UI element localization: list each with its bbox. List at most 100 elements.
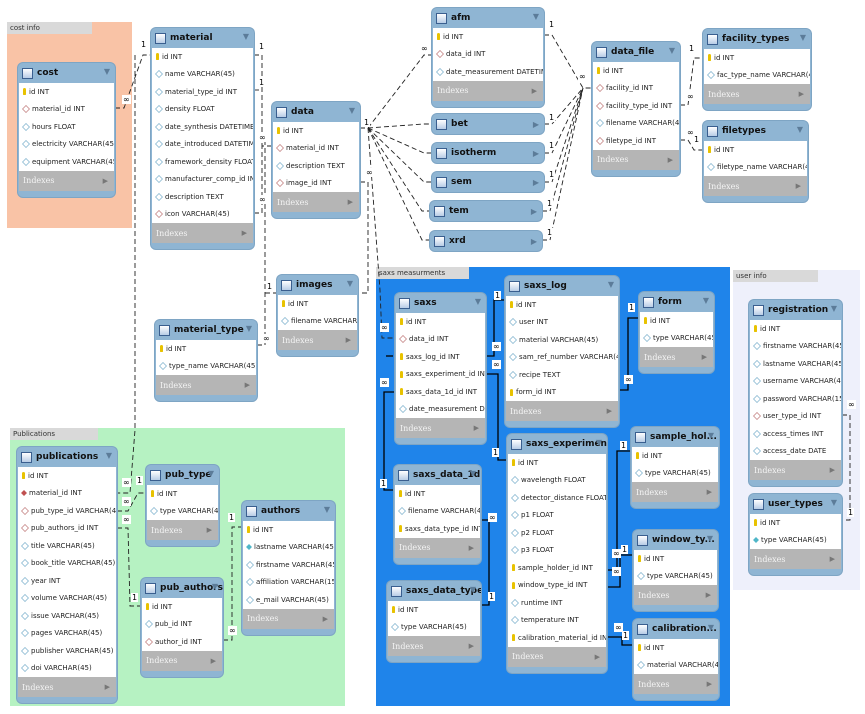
column-row[interactable]: recipe TEXT: [506, 366, 618, 384]
indexes-section[interactable]: Indexes ▶: [152, 223, 253, 243]
table-filetypes[interactable]: filetypes ▼ id INT filetype_name VARCHAR(45…: [703, 121, 808, 202]
column-row[interactable]: material VARCHAR(45): [506, 331, 618, 349]
collapse-arrow-icon[interactable]: ▼: [347, 279, 353, 288]
table-header[interactable]: xrd ▶: [430, 231, 542, 251]
relationship-line[interactable]: [607, 636, 633, 646]
table-header[interactable]: filetypes ▼: [703, 121, 808, 141]
column-row[interactable]: id INT: [704, 49, 810, 67]
column-row[interactable]: publisher VARCHAR(45): [18, 642, 116, 660]
relationship-line[interactable]: [842, 414, 851, 521]
column-row[interactable]: id INT: [19, 83, 114, 101]
column-row[interactable]: date_synthesis DATETIME: [152, 118, 253, 136]
indexes-section[interactable]: Indexes ▶: [634, 585, 717, 605]
indexes-section[interactable]: Indexes ▶: [750, 549, 841, 569]
expand-indexes-icon[interactable]: ▶: [702, 353, 707, 361]
table-header[interactable]: registration ▼: [749, 300, 842, 320]
column-row[interactable]: id INT: [273, 122, 359, 140]
column-row[interactable]: electricity VARCHAR(45): [19, 136, 114, 154]
column-row[interactable]: pub_authors_id INT: [18, 520, 116, 538]
column-row[interactable]: doi VARCHAR(45): [18, 660, 116, 678]
column-row[interactable]: description TEXT: [273, 157, 359, 175]
table-facility-types[interactable]: facility_types ▼ id INT fac_type_name VARCH…: [703, 29, 811, 110]
expand-indexes-icon[interactable]: ▶: [830, 466, 835, 474]
expand-indexes-icon[interactable]: ▶: [707, 680, 712, 688]
collapse-arrow-icon[interactable]: ▼: [596, 438, 602, 447]
column-row[interactable]: data_id INT: [396, 331, 485, 349]
indexes-section[interactable]: Indexes ▶: [388, 636, 480, 656]
column-row[interactable]: id INT: [634, 639, 718, 657]
indexes-section[interactable]: Indexes ▶: [243, 608, 334, 629]
expand-indexes-icon[interactable]: ▶: [796, 182, 801, 190]
table-header[interactable]: data_file ▼: [592, 42, 680, 62]
indexes-section[interactable]: Indexes ▶: [593, 149, 679, 170]
table-header[interactable]: sample_hol... ▼: [631, 427, 719, 447]
column-row[interactable]: sam_ref_number VARCHAR(45): [506, 349, 618, 367]
table-header[interactable]: saxs_experiment ▼: [507, 434, 607, 454]
relationship-line[interactable]: [223, 526, 242, 641]
collapse-arrow-icon[interactable]: ▼: [797, 125, 803, 134]
table-header[interactable]: saxs ▼: [395, 293, 486, 313]
indexes-section[interactable]: Indexes ▶: [147, 520, 218, 540]
column-row[interactable]: book_title VARCHAR(45): [18, 555, 116, 573]
column-row[interactable]: wavelength FLOAT: [508, 472, 606, 490]
table-header[interactable]: sem ▶: [432, 172, 544, 192]
column-row[interactable]: id INT: [750, 514, 841, 532]
table-form[interactable]: form ▼ id INT type VARCHAR(45) Indexes ▶: [639, 292, 714, 373]
column-row[interactable]: sample_holder_id INT: [508, 559, 606, 577]
column-row[interactable]: id INT: [632, 447, 718, 465]
indexes-section[interactable]: Indexes ▶: [156, 375, 256, 395]
collapse-arrow-icon[interactable]: ▼: [208, 469, 214, 478]
relationship-line[interactable]: [367, 127, 430, 212]
collapse-arrow-icon[interactable]: ▼: [707, 534, 713, 543]
expand-arrow-icon[interactable]: ▶: [533, 149, 539, 158]
column-row[interactable]: facility_id INT: [593, 80, 679, 98]
table-material-type[interactable]: material_type ▼ id INT type_name VARCHAR(45…: [155, 320, 257, 401]
table-bet[interactable]: bet ▶: [432, 114, 544, 134]
column-row[interactable]: name VARCHAR(45): [152, 66, 253, 84]
column-row[interactable]: material_type_id INT: [152, 83, 253, 101]
table-header[interactable]: data ▼: [272, 102, 360, 122]
table-header[interactable]: material_type ▼: [155, 320, 257, 340]
indexes-section[interactable]: Indexes ▶: [506, 401, 618, 421]
indexes-section[interactable]: Indexes ▶: [634, 674, 718, 694]
collapse-arrow-icon[interactable]: ▼: [324, 505, 330, 514]
column-row[interactable]: id INT: [508, 454, 606, 472]
column-row[interactable]: user INT: [506, 314, 618, 332]
column-row[interactable]: id INT: [147, 485, 218, 503]
column-row[interactable]: type VARCHAR(45): [388, 619, 480, 637]
relationship-line[interactable]: [367, 127, 432, 183]
expand-indexes-icon[interactable]: ▶: [105, 683, 110, 691]
table-sample-holder[interactable]: sample_hol... ▼ id INT type VARCHAR(45) Inde…: [631, 427, 719, 508]
relationship-line[interactable]: [544, 87, 584, 183]
table-isotherm[interactable]: isotherm ▶: [432, 143, 544, 163]
table-registration[interactable]: registration ▼ id INT firstname VARCHAR(45)…: [749, 300, 842, 486]
relationship-line[interactable]: [360, 54, 432, 129]
column-row[interactable]: date_measurement D...: [396, 401, 485, 419]
column-row[interactable]: pub_type_id VARCHAR(45): [18, 502, 116, 520]
column-row[interactable]: password VARCHAR(15): [750, 390, 841, 408]
table-header[interactable]: cost ▼: [18, 63, 115, 83]
table-header[interactable]: afm ▼: [432, 8, 544, 28]
column-row[interactable]: id INT: [18, 467, 116, 485]
indexes-section[interactable]: Indexes ▶: [704, 84, 810, 104]
collapse-arrow-icon[interactable]: ▼: [246, 324, 252, 333]
table-pub-authors[interactable]: pub_authors ▼ id INT pub_id INT author_id IN…: [141, 578, 223, 677]
table-header[interactable]: pub_type ▼: [146, 465, 219, 485]
collapse-arrow-icon[interactable]: ▼: [475, 297, 481, 306]
expand-arrow-icon[interactable]: ▶: [531, 207, 537, 216]
column-row[interactable]: access_times INT: [750, 425, 841, 443]
indexes-section[interactable]: Indexes ▶: [273, 192, 359, 212]
expand-indexes-icon[interactable]: ▶: [103, 177, 108, 185]
indexes-section[interactable]: Indexes ▶: [508, 646, 606, 667]
indexes-section[interactable]: Indexes ▶: [433, 80, 543, 101]
column-row[interactable]: volume VARCHAR(45): [18, 590, 116, 608]
table-header[interactable]: window_ty... ▼: [633, 530, 718, 550]
column-row[interactable]: firstname VARCHAR(45): [243, 556, 334, 574]
column-row[interactable]: p3 FLOAT: [508, 542, 606, 560]
column-row[interactable]: username VARCHAR(45): [750, 373, 841, 391]
table-xrd[interactable]: xrd ▶: [430, 231, 542, 251]
collapse-arrow-icon[interactable]: ▼: [703, 296, 709, 305]
expand-indexes-icon[interactable]: ▶: [607, 407, 612, 415]
column-row[interactable]: material VARCHAR(45): [634, 657, 718, 675]
column-row[interactable]: facility_type_id INT: [593, 97, 679, 115]
